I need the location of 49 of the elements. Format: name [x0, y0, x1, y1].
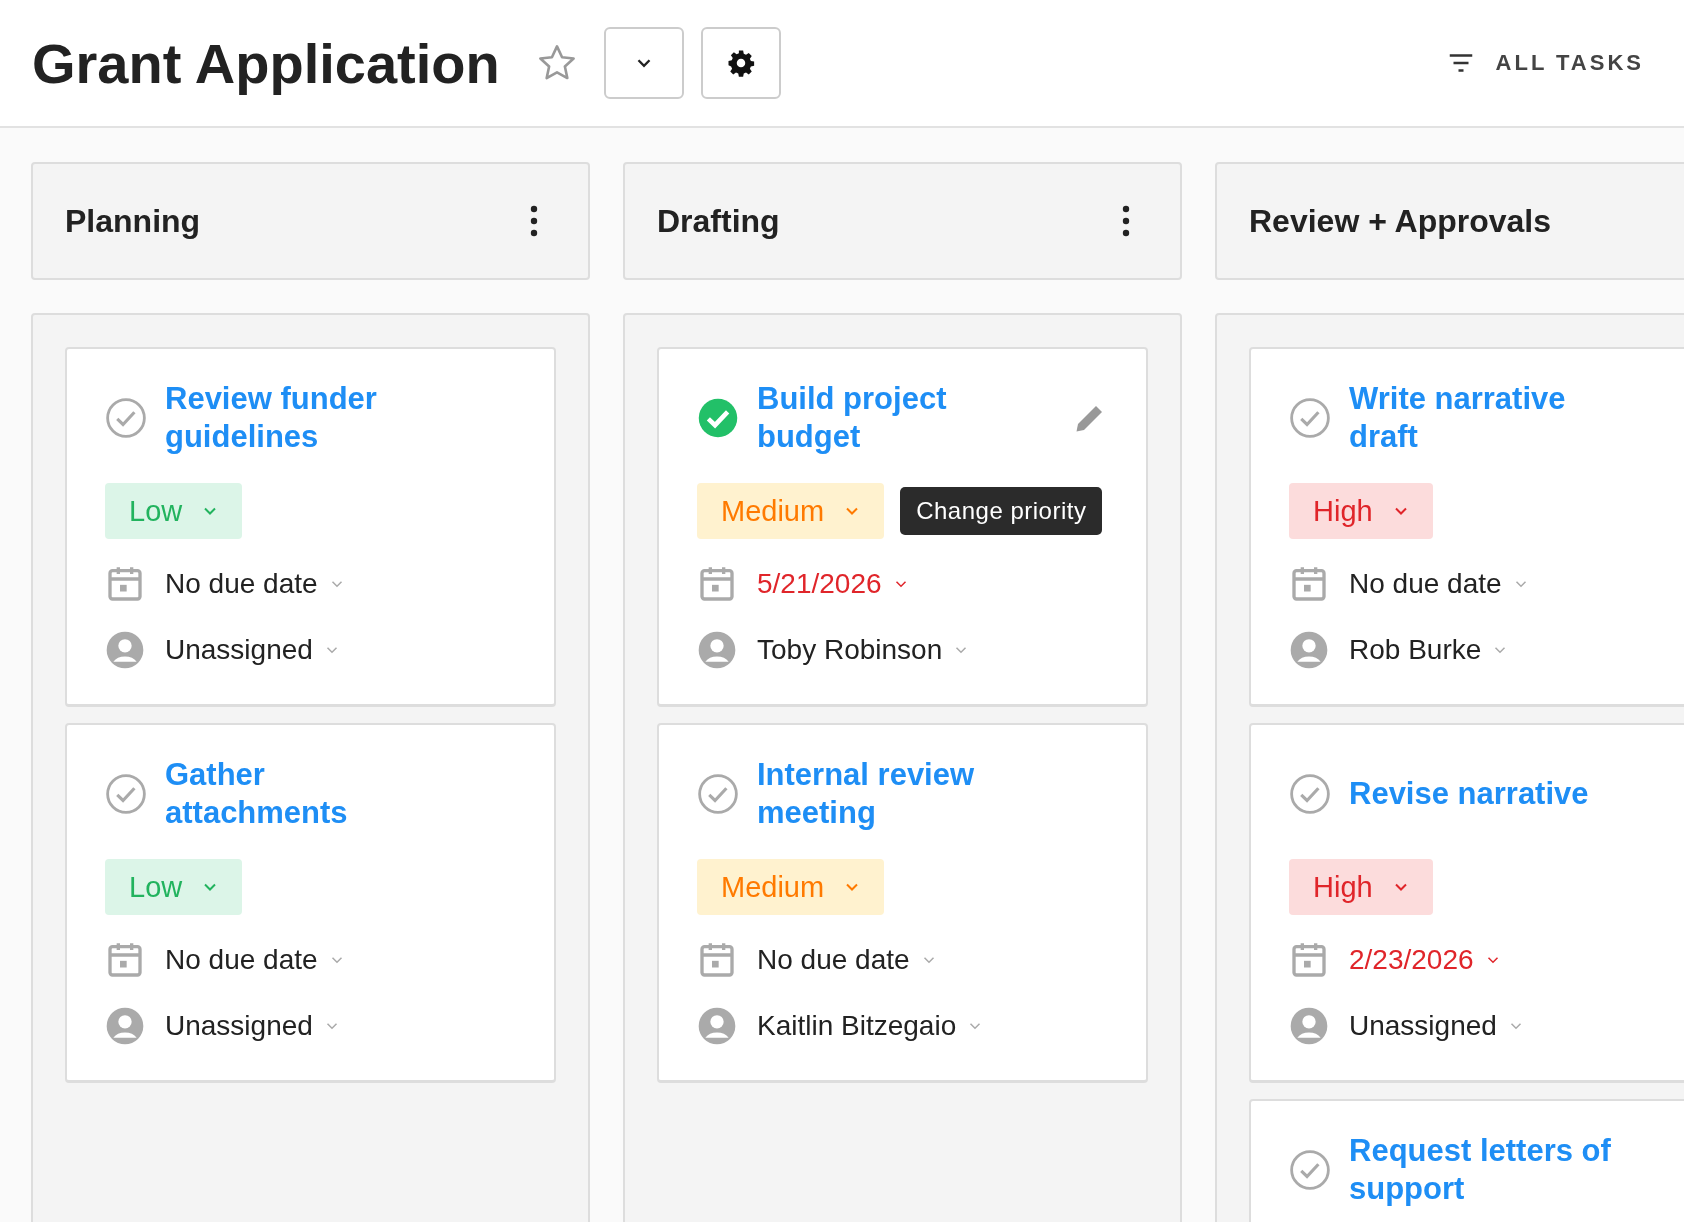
task-card[interactable]: Gather attachments Low No due date Unassigned — [65, 723, 556, 1083]
task-card[interactable]: Write narrative draft High No due date Rob Burke — [1249, 347, 1684, 707]
task-card[interactable]: Build project budget Medium Change priority 5/21/2026 Toby Robinson — [657, 347, 1148, 707]
check-circle-icon[interactable] — [697, 773, 739, 815]
avatar-icon — [1289, 630, 1329, 670]
calendar-icon — [105, 940, 145, 980]
avatar-icon — [697, 630, 737, 670]
due-date-dropdown[interactable]: 2/23/2026 — [1349, 944, 1502, 976]
due-date-dropdown[interactable]: 5/21/2026 — [757, 568, 910, 600]
column-title: Planning — [65, 202, 201, 240]
calendar-icon — [1289, 564, 1329, 604]
assignee-dropdown[interactable]: Unassigned — [1349, 1010, 1525, 1042]
priority-dropdown[interactable]: High — [1289, 483, 1433, 539]
avatar-icon — [1289, 1006, 1329, 1046]
avatar-icon — [697, 1006, 737, 1046]
assignee-dropdown[interactable]: Toby Robinson — [757, 634, 971, 666]
avatar-icon — [105, 630, 145, 670]
task-card[interactable]: Revise narrative High 2/23/2026 Unassigned — [1249, 723, 1684, 1083]
tooltip: Change priority — [900, 487, 1103, 535]
assignee-dropdown[interactable]: Kaitlin Bitzegaio — [757, 1010, 985, 1042]
check-circle-icon[interactable] — [1289, 397, 1331, 439]
more-icon[interactable] — [1122, 205, 1130, 237]
priority-dropdown[interactable]: High — [1289, 859, 1433, 915]
due-date-dropdown[interactable]: No due date — [165, 568, 346, 600]
calendar-icon — [105, 564, 145, 604]
avatar-icon — [105, 1006, 145, 1046]
assignee-dropdown[interactable]: Unassigned — [165, 634, 341, 666]
board-title: Grant Application — [32, 30, 500, 96]
column-title: Drafting — [657, 202, 780, 240]
settings-button[interactable] — [700, 27, 781, 99]
task-card[interactable]: Internal review meeting Medium No due date Kaitlin Bitzegaio — [657, 723, 1148, 1083]
check-circle-icon[interactable] — [105, 397, 147, 439]
calendar-icon — [1289, 940, 1329, 980]
check-circle-icon[interactable] — [697, 397, 739, 439]
due-date-dropdown[interactable]: No due date — [1349, 568, 1530, 600]
due-date-dropdown[interactable]: No due date — [757, 944, 938, 976]
assignee-dropdown[interactable]: Rob Burke — [1349, 634, 1510, 666]
task-card[interactable]: Review funder guidelines Low No due date Unassigned — [65, 347, 556, 707]
calendar-icon — [697, 564, 737, 604]
more-icon[interactable] — [530, 205, 538, 237]
calendar-icon — [697, 940, 737, 980]
column-title: Review + Approvals — [1249, 202, 1552, 240]
due-date-dropdown[interactable]: No due date — [165, 944, 346, 976]
filter-label[interactable]: ALL TASKS — [1495, 50, 1644, 76]
dropdown-button[interactable] — [603, 27, 684, 99]
check-circle-icon[interactable] — [1289, 1149, 1331, 1191]
check-circle-icon[interactable] — [1289, 773, 1331, 815]
assignee-dropdown[interactable]: Unassigned — [165, 1010, 341, 1042]
check-circle-icon[interactable] — [105, 773, 147, 815]
